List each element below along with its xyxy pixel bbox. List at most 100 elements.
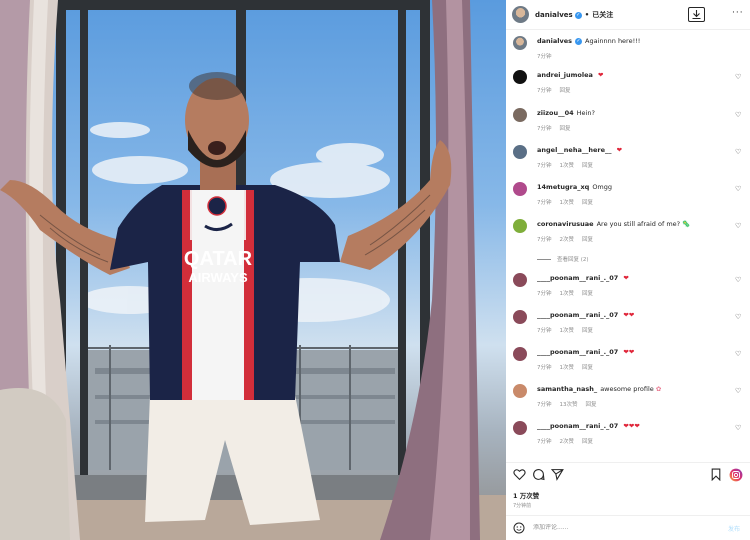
- caption-author-avatar[interactable]: [513, 36, 527, 50]
- more-options-button[interactable]: ···: [732, 8, 744, 18]
- comment-likes[interactable]: 2次赞: [560, 439, 575, 445]
- comment-time: 7分钟: [537, 328, 552, 334]
- share-icon[interactable]: [551, 468, 564, 481]
- svg-text:AIRWAYS: AIRWAYS: [188, 270, 248, 285]
- verified-badge-icon: ✓: [575, 37, 583, 45]
- commenter-avatar[interactable]: [513, 273, 527, 287]
- post-time: 7分钟前: [513, 503, 532, 509]
- comment-text: Hein?: [576, 109, 595, 117]
- bookmark-icon[interactable]: [710, 468, 722, 481]
- commenter-avatar[interactable]: [513, 421, 527, 435]
- comment-text: Are you still afraid of me?: [596, 220, 681, 228]
- following-button[interactable]: 已关注: [592, 11, 613, 19]
- post-photo[interactable]: QATAR AIRWAYS: [0, 0, 506, 540]
- comment-line: ____poonam__rani_._07 ❤❤: [537, 311, 732, 319]
- commenter-username[interactable]: samantha_nash_: [537, 385, 597, 393]
- author-avatar[interactable]: [512, 6, 529, 23]
- comment-item: 14metugra_xq Omgg 7分钟 1次赞 回复 ♡: [506, 179, 750, 215]
- download-button[interactable]: [688, 7, 705, 22]
- comment-meta: 7分钟 1次赞 回复: [537, 326, 601, 334]
- commenter-username[interactable]: angel__neha__here__: [537, 146, 612, 154]
- commenter-avatar[interactable]: [513, 219, 527, 233]
- comment-line: ziizou__04 Hein?: [537, 109, 732, 117]
- view-replies-link[interactable]: 查看回复 (2): [537, 255, 717, 263]
- like-comment-icon[interactable]: ♡: [735, 350, 741, 358]
- comment-icon[interactable]: [532, 468, 545, 481]
- like-comment-icon[interactable]: ♡: [735, 111, 741, 119]
- reply-button[interactable]: 回复: [582, 328, 593, 334]
- comment-input[interactable]: [533, 524, 693, 531]
- heart-icon[interactable]: [513, 468, 526, 481]
- like-comment-icon[interactable]: ♡: [735, 313, 741, 321]
- comment-line: ____poonam__rani_._07 ❤❤: [537, 348, 732, 356]
- comment-item: ____poonam__rani_._07 ❤❤❤ 7分钟 2次赞 回复 ♡: [506, 418, 750, 454]
- commenter-username[interactable]: ziizou__04: [537, 109, 574, 117]
- comment-likes[interactable]: 2次赞: [560, 237, 575, 243]
- instagram-icon[interactable]: [729, 468, 743, 482]
- caption-line: danialves ✓ Againnnn here!!!: [537, 37, 732, 45]
- commenter-username[interactable]: andrei_jumolea: [537, 71, 593, 79]
- reply-button[interactable]: 回复: [586, 402, 597, 408]
- like-comment-icon[interactable]: ♡: [735, 276, 741, 284]
- commenter-username[interactable]: coronavirusuae: [537, 220, 594, 228]
- reply-button[interactable]: 回复: [560, 126, 571, 132]
- like-comment-icon[interactable]: ♡: [735, 148, 741, 156]
- comment-likes[interactable]: 1次赞: [560, 291, 575, 297]
- commenter-username[interactable]: ____poonam__rani_._07: [537, 348, 618, 356]
- comment-line: ____poonam__rani_._07 ❤: [537, 274, 732, 282]
- like-comment-icon[interactable]: ♡: [735, 424, 741, 432]
- comment-text: Omgg: [592, 183, 613, 191]
- comment-time: 7分钟: [537, 163, 552, 169]
- commenter-username[interactable]: 14metugra_xq: [537, 183, 589, 191]
- reply-button[interactable]: 回复: [582, 439, 593, 445]
- comment-text: awesome profile: [600, 385, 654, 393]
- post-side-panel: danialves ✓ • 已关注 ··· danialves ✓ Againnnn he…: [506, 0, 750, 540]
- comment-likes[interactable]: 1次赞: [560, 163, 575, 169]
- comment-line: samantha_nash_ awesome profile ✿: [537, 385, 732, 393]
- commenter-username[interactable]: ____poonam__rani_._07: [537, 311, 618, 319]
- reply-button[interactable]: 回复: [582, 200, 593, 206]
- comment-likes[interactable]: 13次赞: [560, 402, 578, 408]
- comments-list[interactable]: danialves ✓ Againnnn here!!! 7分钟 andrei_ju…: [506, 30, 750, 462]
- commenter-username[interactable]: ____poonam__rani_._07: [537, 422, 618, 430]
- view-replies-label: 查看回复 (2): [557, 257, 589, 263]
- post-actions: 1 万次赞 7分钟前 发布: [506, 462, 750, 540]
- caption-meta: 7分钟: [537, 52, 560, 60]
- commenter-avatar[interactable]: [513, 108, 527, 122]
- verified-badge-icon: ✓: [574, 11, 582, 19]
- comment-meta: 7分钟 1次赞 回复: [537, 363, 601, 371]
- comment-line: coronavirusuae Are you still afraid of me…: [537, 220, 732, 228]
- comment-line: andrei_jumolea ❤: [537, 71, 732, 79]
- commenter-avatar[interactable]: [513, 347, 527, 361]
- comment-likes[interactable]: 1次赞: [560, 328, 575, 334]
- commenter-avatar[interactable]: [513, 384, 527, 398]
- like-comment-icon[interactable]: ♡: [735, 222, 741, 230]
- comment-line: angel__neha__here__ ❤: [537, 146, 732, 154]
- comment-likes[interactable]: 1次赞: [560, 365, 575, 371]
- reply-button[interactable]: 回复: [582, 163, 593, 169]
- comment-time: 7分钟: [537, 88, 552, 94]
- comment-item: ____poonam__rani_._07 ❤❤ 7分钟 1次赞 回复 ♡: [506, 307, 750, 343]
- caption-username[interactable]: danialves: [537, 37, 572, 45]
- comment-emoji: ❤: [597, 71, 604, 79]
- more-horizontal-icon: ···: [732, 8, 744, 18]
- commenter-username[interactable]: ____poonam__rani_._07: [537, 274, 618, 282]
- commenter-avatar[interactable]: [513, 145, 527, 159]
- reply-button[interactable]: 回复: [582, 291, 593, 297]
- commenter-avatar[interactable]: [513, 310, 527, 324]
- like-comment-icon[interactable]: ♡: [735, 73, 741, 81]
- author-username[interactable]: danialves: [535, 11, 573, 19]
- commenter-avatar[interactable]: [513, 182, 527, 196]
- emoji-icon[interactable]: [513, 522, 525, 534]
- comment-likes[interactable]: 1次赞: [560, 200, 575, 206]
- like-comment-icon[interactable]: ♡: [735, 387, 741, 395]
- likes-count[interactable]: 1 万次赞: [513, 490, 539, 500]
- reply-button[interactable]: 回复: [582, 237, 593, 243]
- reply-button[interactable]: 回复: [582, 365, 593, 371]
- commenter-avatar[interactable]: [513, 70, 527, 84]
- reply-button[interactable]: 回复: [560, 88, 571, 94]
- author-line: danialves ✓ • 已关注: [535, 10, 613, 20]
- like-comment-icon[interactable]: ♡: [735, 185, 741, 193]
- comment-item: angel__neha__here__ ❤ 7分钟 1次赞 回复 ♡: [506, 142, 750, 178]
- post-comment-button[interactable]: 发布: [728, 524, 740, 533]
